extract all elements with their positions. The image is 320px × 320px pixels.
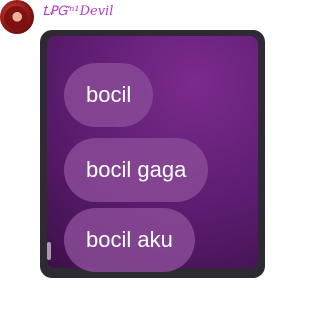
message-card: bocil bocil gaga bocil aku <box>40 30 265 278</box>
sender-name[interactable]: ꝈꝐᏳⁿ¹Devil <box>42 4 113 19</box>
avatar[interactable] <box>0 0 34 34</box>
message-bubble-3[interactable]: bocil aku <box>64 208 195 272</box>
message-bubble-1[interactable]: bocil <box>64 63 154 127</box>
message-bubble-2[interactable]: bocil gaga <box>64 138 209 202</box>
avatar-image <box>4 6 28 30</box>
scroll-edge <box>47 242 51 260</box>
